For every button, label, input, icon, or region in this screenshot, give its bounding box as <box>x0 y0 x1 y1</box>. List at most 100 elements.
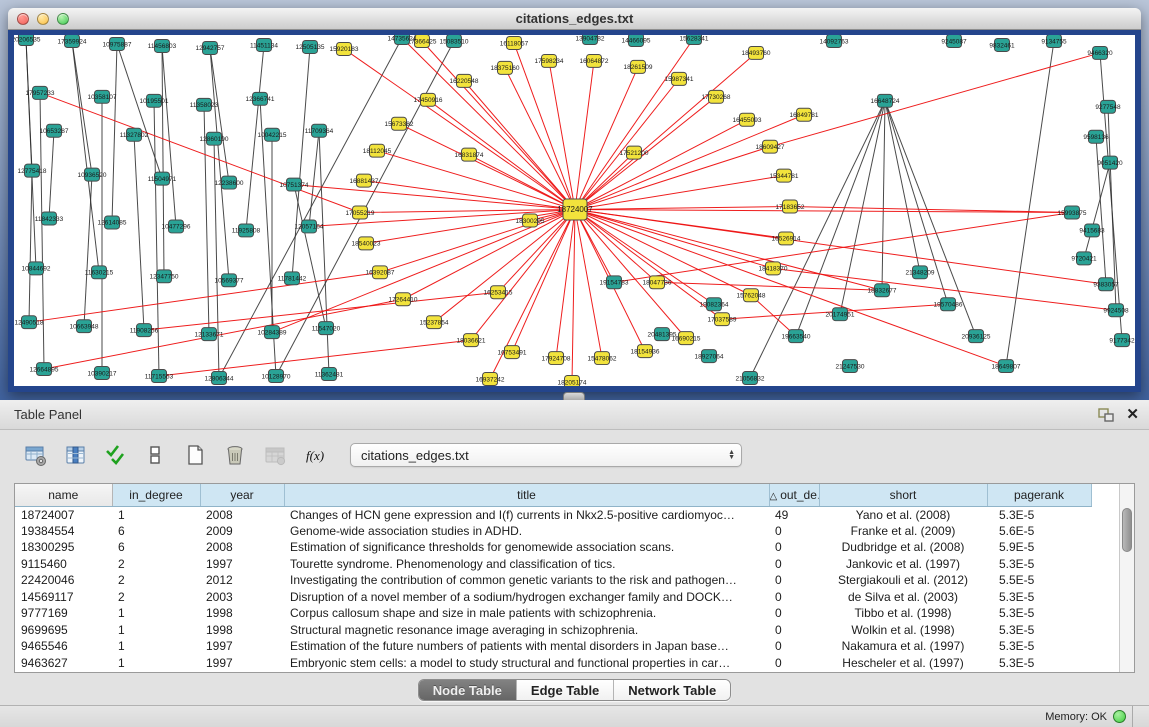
graph-node-label: 16831874 <box>455 152 484 159</box>
citation-edge-red[interactable] <box>428 100 575 210</box>
column-header-pagerank[interactable]: pagerank <box>987 484 1091 506</box>
citation-edge-black[interactable] <box>1100 53 1122 340</box>
graph-node-label: 18047736 <box>643 280 672 287</box>
column-header-short[interactable]: short <box>819 484 987 506</box>
table-row[interactable]: 1456911722003Disruption of a novel membe… <box>15 589 1091 606</box>
citation-edge-red[interactable] <box>464 81 575 210</box>
citation-edge-red[interactable] <box>575 207 790 210</box>
table-cell: 5.3E-5 <box>987 605 1091 622</box>
table-options-icon[interactable] <box>18 440 52 470</box>
citation-edge-red[interactable] <box>575 210 1106 285</box>
citation-edge-black[interactable] <box>885 101 920 273</box>
graph-node-label: 9924508 <box>1103 308 1129 315</box>
table-row[interactable]: 969969511998Structural magnetic resonanc… <box>15 622 1091 639</box>
citation-edge-red[interactable] <box>44 299 403 369</box>
citation-edge-black[interactable] <box>319 131 329 374</box>
table-row[interactable]: 977716911998Corpus callosum shape and si… <box>15 605 1091 622</box>
graph-node-label: 11709364 <box>305 128 334 135</box>
scrollbar-thumb[interactable] <box>1122 508 1132 552</box>
table-cell: Yano et al. (2008) <box>819 506 987 523</box>
citation-edge-black[interactable] <box>214 139 219 378</box>
create-column-icon[interactable] <box>178 440 212 470</box>
citation-edge-black[interactable] <box>49 131 54 219</box>
citation-edge-red[interactable] <box>575 210 602 359</box>
citation-edge-black[interactable] <box>112 44 117 222</box>
table-select-dropdown[interactable]: citations_edges.txt ▲▼ <box>350 443 742 467</box>
citation-edge-black[interactable] <box>1084 163 1110 259</box>
citation-edge-black[interactable] <box>117 44 162 179</box>
table-row[interactable]: 1872400712008Changes of HCN gene express… <box>15 506 1091 523</box>
citation-edge-black[interactable] <box>162 46 176 226</box>
graph-node-label: 15083510 <box>440 38 469 45</box>
table-cell: Estimation of significance thresholds fo… <box>284 539 769 556</box>
citation-edge-black[interactable] <box>154 101 159 376</box>
citation-edge-red[interactable] <box>770 53 1100 147</box>
column-header-out_de[interactable]: △out_de… <box>769 484 819 506</box>
table-row[interactable]: 1830029562008Estimation of significance … <box>15 539 1091 556</box>
citation-edge-black[interactable] <box>162 46 164 276</box>
graph-node-label: 11715563 <box>145 373 174 380</box>
table-cell: de Silva et al. (2003) <box>819 589 987 606</box>
table-cell: Disruption of a novel member of a sodium… <box>284 589 769 606</box>
column-header-year[interactable]: year <box>200 484 284 506</box>
citation-edge-black[interactable] <box>1006 41 1054 366</box>
column-header-title[interactable]: title <box>284 484 769 506</box>
citation-edge-red[interactable] <box>344 49 575 210</box>
citation-edge-red[interactable] <box>471 210 575 341</box>
citation-edge-black[interactable] <box>72 41 92 175</box>
citation-edge-red[interactable] <box>575 210 773 269</box>
citation-edge-black[interactable] <box>219 38 402 378</box>
graph-node-label: 10042215 <box>258 132 287 139</box>
citation-edge-red[interactable] <box>575 176 784 210</box>
function-builder-icon[interactable]: f(x) <box>298 440 332 470</box>
table-row[interactable]: 911546021997Tourette syndrome. Phenomeno… <box>15 556 1091 573</box>
citation-edge-red[interactable] <box>434 210 575 323</box>
citation-edge-red[interactable] <box>366 210 575 244</box>
row-height-icon[interactable] <box>138 440 172 470</box>
citation-edge-black[interactable] <box>84 175 92 327</box>
tab-node-table[interactable]: Node Table <box>419 680 517 700</box>
citation-edge-black[interactable] <box>882 101 885 290</box>
citation-edge-red[interactable] <box>29 272 380 322</box>
citation-edge-red[interactable] <box>364 181 575 210</box>
table-cell: 5.3E-5 <box>987 622 1091 639</box>
select-rows-icon[interactable] <box>98 440 132 470</box>
citation-edge-black[interactable] <box>26 39 32 171</box>
citation-edge-red[interactable] <box>572 210 575 383</box>
citation-edge-red[interactable] <box>575 115 804 210</box>
column-header-in_degree[interactable]: in_degree <box>112 484 200 506</box>
float-panel-icon[interactable] <box>1098 408 1114 422</box>
column-header-name[interactable]: name <box>15 484 112 506</box>
tab-network-table[interactable]: Network Table <box>614 680 730 700</box>
table-row[interactable]: 1938455462009Genome-wide association stu… <box>15 523 1091 540</box>
table-row[interactable]: 946554611997Estimation of the future num… <box>15 638 1091 655</box>
tab-edge-table[interactable]: Edge Table <box>517 680 614 700</box>
citation-edge-red[interactable] <box>614 212 1072 282</box>
graph-node-label: 16937242 <box>476 376 505 383</box>
citation-edge-black[interactable] <box>72 41 99 272</box>
table-cell: Investigating the contribution of common… <box>284 572 769 589</box>
graph-node-label: 12806344 <box>205 375 234 382</box>
citation-edge-black[interactable] <box>796 101 885 336</box>
delete-table-icon <box>258 440 292 470</box>
citation-edge-black[interactable] <box>294 185 326 329</box>
citation-edge-black[interactable] <box>29 171 32 323</box>
table-row[interactable]: 946362711997Embryonic stem cells: a mode… <box>15 655 1091 672</box>
citation-edge-red[interactable] <box>575 147 770 210</box>
citation-edge-red[interactable] <box>575 79 679 210</box>
table-row[interactable]: 2242004622012Investigating the contribut… <box>15 572 1091 589</box>
graph-node-label: 18300295 <box>516 218 545 225</box>
citation-edge-red[interactable] <box>505 68 575 210</box>
citation-network-graph[interactable]: 1872400717924708167534911803662115237854… <box>14 35 1135 386</box>
citation-edge-black[interactable] <box>309 131 319 227</box>
panel-splitter-handle[interactable] <box>563 392 585 400</box>
graph-node-label: 17521200 <box>620 150 649 157</box>
column-visibility-icon[interactable] <box>58 440 92 470</box>
delete-column-icon[interactable] <box>218 440 252 470</box>
network-canvas[interactable]: 1872400717924708167534911803662115237854… <box>8 30 1141 392</box>
citation-edge-black[interactable] <box>134 135 144 330</box>
citation-edge-red[interactable] <box>657 282 882 290</box>
table-vertical-scrollbar[interactable] <box>1119 484 1134 672</box>
network-window-titlebar[interactable]: citations_edges.txt <box>8 8 1141 30</box>
close-panel-icon[interactable]: ✕ <box>1126 407 1139 422</box>
